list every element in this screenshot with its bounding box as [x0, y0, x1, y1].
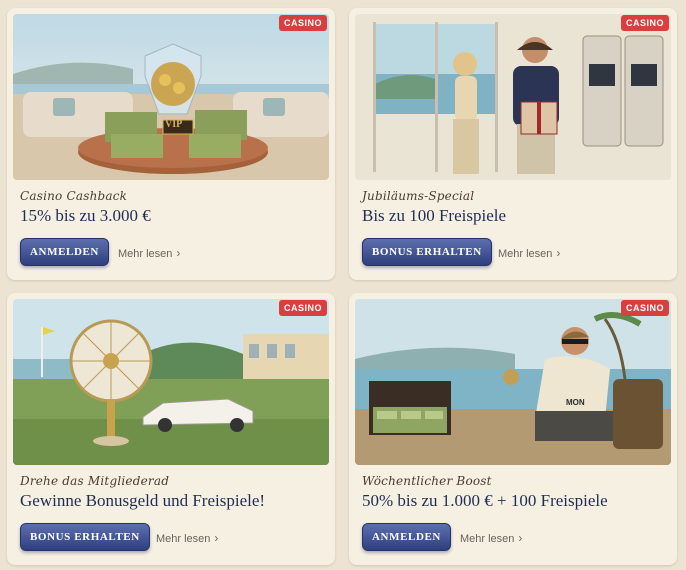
promo-subtitle: Jubiläums-Special — [362, 189, 475, 203]
promo-title: Bis zu 100 Freispiele — [362, 206, 507, 225]
mon-label: MON — [566, 398, 585, 407]
register-button[interactable]: ANMELDEN — [362, 523, 451, 551]
promo-title: 15% bis zu 3.000 € — [20, 206, 151, 225]
read-more-label: Mehr lesen — [460, 533, 515, 545]
read-more-link[interactable]: Mehr lesen › — [460, 531, 522, 545]
claim-bonus-button[interactable]: BONUS ERHALTEN — [20, 523, 150, 551]
promo-title: 50% bis zu 1.000 € + 100 Freispiele — [362, 491, 608, 510]
chevron-right-icon: › — [214, 531, 219, 545]
register-button[interactable]: ANMELDEN — [20, 238, 109, 266]
promo-title: Gewinne Bonusgeld und Freispiele! — [20, 491, 266, 510]
casino-badge: CASINO — [620, 300, 669, 316]
read-more-label: Mehr lesen — [156, 533, 211, 545]
promo-image-wheel-car — [13, 299, 329, 465]
promo-subtitle: Casino Cashback — [20, 189, 128, 203]
promo-card-weekly-boost: MON CASINO Wöchentlicher Boost 50% bis z… — [349, 293, 677, 565]
read-more-link[interactable]: Mehr lesen › — [498, 246, 560, 260]
vip-label: VIP — [165, 119, 183, 130]
promo-card-wheel: CASINO Drehe das Mitgliederad Gewinne Bo… — [7, 293, 335, 565]
promo-image-couple-gift — [355, 14, 671, 180]
promo-image-man-briefcase: MON — [355, 299, 671, 465]
casino-badge: CASINO — [620, 15, 669, 31]
read-more-link[interactable]: Mehr lesen › — [156, 531, 218, 545]
promo-subtitle: Wöchentlicher Boost — [362, 474, 492, 488]
promo-subtitle: Drehe das Mitgliederad — [20, 474, 170, 488]
chevron-right-icon: › — [518, 531, 523, 545]
chevron-right-icon: › — [176, 246, 181, 260]
promo-card-cashback: VIP CASINO Casino Cashback 15% bis zu 3.… — [7, 8, 335, 280]
claim-bonus-button[interactable]: BONUS ERHALTEN — [362, 238, 492, 266]
read-more-label: Mehr lesen — [498, 248, 553, 260]
read-more-label: Mehr lesen — [118, 248, 173, 260]
promo-card-anniversary: CASINO Jubiläums-Special Bis zu 100 Frei… — [349, 8, 677, 280]
read-more-link[interactable]: Mehr lesen › — [118, 246, 180, 260]
promo-image-vip-diamond: VIP — [13, 14, 329, 180]
casino-badge: CASINO — [278, 15, 327, 31]
chevron-right-icon: › — [556, 246, 561, 260]
casino-badge: CASINO — [278, 300, 327, 316]
